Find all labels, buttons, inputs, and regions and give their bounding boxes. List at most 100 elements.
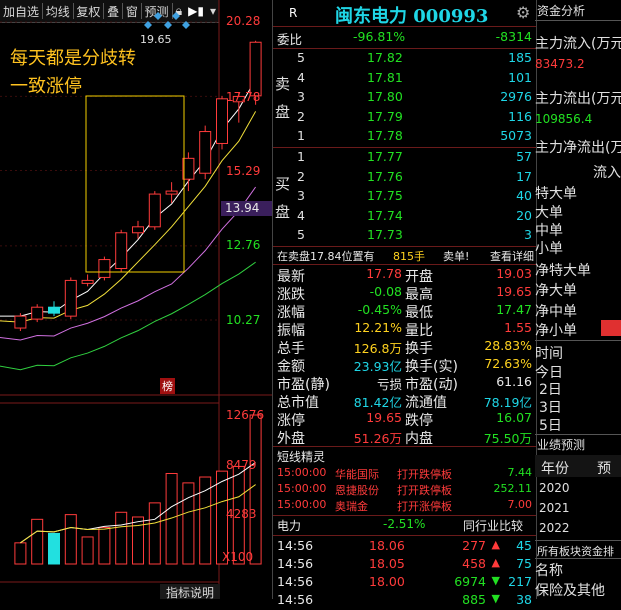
quote-panel: R 闽东电力 000993 ⚙ 委比 -96.81% -8314 卖盘 买盘 在… <box>272 0 537 607</box>
candle[interactable] <box>48 301 60 317</box>
sell-note-qty: 815手 <box>393 250 425 263</box>
news-stock: 奥瑞金 <box>335 500 368 513</box>
year-2020: 2020 <box>539 481 570 495</box>
candle[interactable] <box>182 152 195 192</box>
buy-level-3[interactable]: 3 17.75 40 <box>273 188 536 206</box>
buy-level-1[interactable]: 1 17.77 57 <box>273 149 536 167</box>
stat-value: 12.21% <box>354 320 402 335</box>
candle[interactable] <box>64 277 77 320</box>
buy-level-5[interactable]: 5 17.73 3 <box>273 227 536 245</box>
candle[interactable] <box>81 274 94 287</box>
stat-label: 总手 <box>277 341 305 357</box>
order-m: 中单 <box>535 223 563 239</box>
news-action: 打开跌停板 <box>397 468 452 481</box>
level-num: 2 <box>297 108 305 124</box>
stat-value: 28.83% <box>484 338 532 353</box>
news-item[interactable]: 15:00:00 华能国际 打开跌停板 7.44 <box>273 466 536 482</box>
view-detail-link[interactable]: 查看详细 <box>490 248 534 264</box>
tick-row: 14:56 18.06 277 ▲ 45 <box>273 538 536 556</box>
stat-value: 126.8万 <box>353 341 402 356</box>
news-item[interactable]: 15:00:00 奥瑞金 打开涨停板 7.00 <box>273 498 536 514</box>
stat-label: 最高 <box>405 287 433 303</box>
inflow-label: 主力流入(万元 <box>535 36 621 52</box>
level-num: 2 <box>297 168 305 184</box>
volume-label-3: 4283 <box>226 507 257 521</box>
stat-label: 市盈(动) <box>405 377 458 393</box>
level-price: 17.82 <box>367 50 403 65</box>
news-header: 短线精灵 <box>277 450 326 464</box>
level-volume: 57 <box>516 149 532 164</box>
level-num: 4 <box>297 207 305 223</box>
tick-volume: 885 <box>462 592 486 607</box>
industry-compare-link[interactable]: 同行业比较 <box>463 517 523 534</box>
buy-level-2[interactable]: 2 17.76 17 <box>273 169 536 187</box>
volume-bar <box>31 518 44 565</box>
volume-bar <box>48 532 60 565</box>
stat-row: 总手 126.8万 换手 28.83% <box>273 338 536 357</box>
level-volume: 2976 <box>500 89 532 105</box>
tick-time: 14:56 <box>277 592 314 607</box>
current-price-tag: 13.94 <box>221 201 272 216</box>
candle[interactable] <box>115 229 128 272</box>
news-time: 15:00:00 <box>277 466 327 479</box>
candle[interactable] <box>199 125 212 180</box>
stat-label: 流通值 <box>405 395 447 411</box>
news-action: 打开涨停板 <box>397 500 452 513</box>
stat-value: 亏损 <box>376 377 402 392</box>
arrow-up-icon: ▲ <box>491 556 500 569</box>
sector-item[interactable]: 保险及其他 <box>535 580 605 600</box>
level-num: 3 <box>297 188 305 204</box>
candle[interactable] <box>31 304 44 323</box>
level-num: 5 <box>297 227 305 243</box>
stat-value: 17.47 <box>496 302 532 317</box>
tick-count: 75 <box>516 556 532 571</box>
stat-label: 金额 <box>277 359 305 375</box>
buy-level-4[interactable]: 4 17.74 20 <box>273 208 536 226</box>
arrow-down-icon: ▼ <box>491 574 500 587</box>
stat-row: 最新 17.78 开盘 19.03 <box>273 266 536 285</box>
weibi-pct: -96.81% <box>353 29 406 44</box>
volume-unit: X100 <box>222 550 254 564</box>
net-order-xl: 净特大单 <box>535 263 591 279</box>
tick-volume: 458 <box>462 556 486 571</box>
tick-row: 14:56 885 ▼ 38 <box>273 592 536 610</box>
tick-price: 18.05 <box>369 556 405 571</box>
arrow-up-icon: ▲ <box>491 538 500 551</box>
candle[interactable] <box>14 313 27 332</box>
price-label-4: 12.76 <box>226 238 261 252</box>
signal-diamond <box>172 12 180 20</box>
sell-note-tag: 卖单! <box>443 250 470 263</box>
sell-level-4[interactable]: 4 17.81 101 <box>273 70 536 88</box>
inflow-value: 83473.2 <box>535 57 585 71</box>
level-price: 17.74 <box>367 207 403 223</box>
volume-label-2: 8479 <box>226 458 257 472</box>
news-item[interactable]: 15:00:00 恩捷股份 打开跌停板 252.11 <box>273 482 536 498</box>
stat-label: 最低 <box>405 305 433 321</box>
sector-name: 电力 <box>277 519 302 533</box>
news-value: 7.44 <box>507 466 533 479</box>
stat-value: 72.63% <box>484 356 532 371</box>
level-price: 17.81 <box>367 69 403 85</box>
net-order-m: 净中单 <box>535 304 577 320</box>
volume-label-1: 12676 <box>226 408 265 422</box>
level-volume: 116 <box>508 108 532 124</box>
candle[interactable] <box>148 191 161 230</box>
sell-level-3[interactable]: 3 17.80 2976 <box>273 89 536 107</box>
weibi-label: 委比 <box>277 32 303 47</box>
forecast-col-header: 预 <box>597 461 611 477</box>
stat-row: 总市值 81.42亿 流通值 78.19亿 <box>273 392 536 411</box>
gear-icon[interactable]: ⚙ <box>516 3 530 22</box>
bang-badge[interactable]: 榜 <box>160 378 175 394</box>
candle[interactable] <box>165 182 178 204</box>
sell-level-5[interactable]: 5 17.82 185 <box>273 50 536 68</box>
candle[interactable] <box>98 256 111 281</box>
indicator-help-tab[interactable]: 指标说明 <box>160 584 220 600</box>
sell-level-1[interactable]: 1 17.78 5073 <box>273 128 536 146</box>
stat-label: 跌停 <box>405 413 433 429</box>
sell-level-2[interactable]: 2 17.79 116 <box>273 109 536 127</box>
level-price: 17.76 <box>367 168 403 184</box>
candle[interactable] <box>132 220 144 239</box>
stock-title: 闽东电力 000993 <box>335 6 489 27</box>
fund-title: 资金分析 <box>537 4 586 18</box>
net-order-s: 净小单 <box>535 323 577 339</box>
